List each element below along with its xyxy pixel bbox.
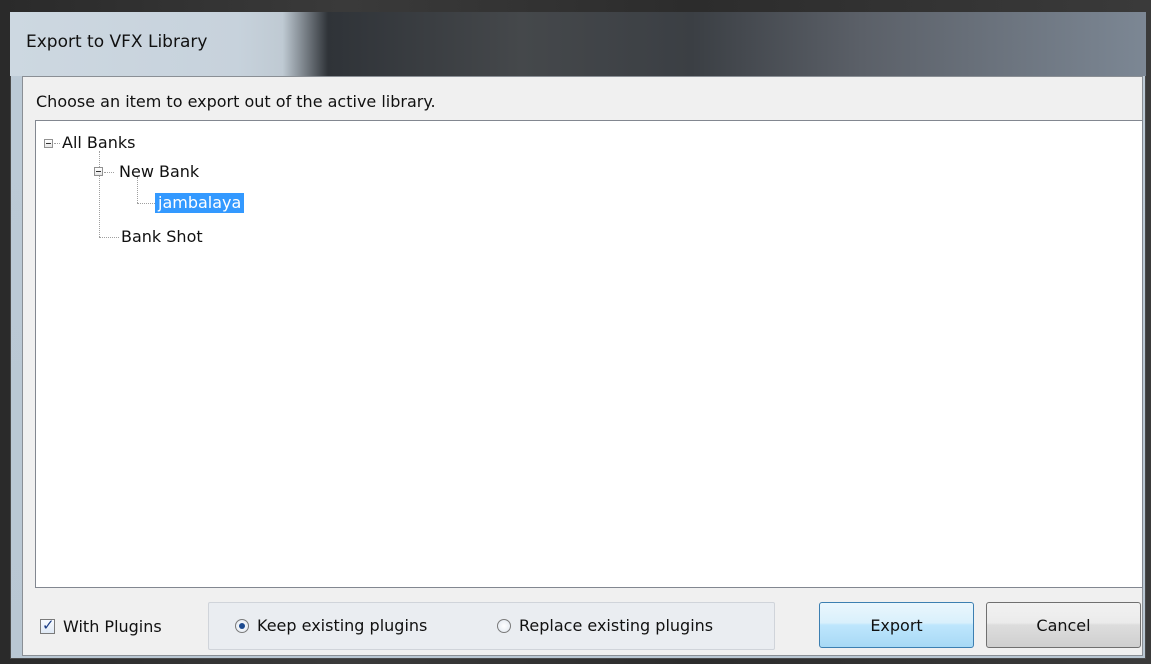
- tree-node-bank-shot[interactable]: Bank Shot: [121, 227, 203, 247]
- tree-connector: [99, 151, 101, 237]
- tree-connector: [104, 172, 114, 174]
- collapse-all-banks-icon[interactable]: [44, 139, 53, 148]
- replace-existing-radio[interactable]: Replace existing plugins: [497, 616, 713, 635]
- cancel-button[interactable]: Cancel: [986, 602, 1141, 648]
- library-tree[interactable]: All Banks New Bank jambalaya Bank Shot: [35, 120, 1143, 588]
- tree-connector: [137, 177, 139, 203]
- with-plugins-label: With Plugins: [63, 617, 162, 636]
- plugin-mode-group: Keep existing plugins Replace existing p…: [208, 602, 775, 650]
- tree-connector: [99, 237, 119, 239]
- tree-node-new-bank[interactable]: New Bank: [119, 162, 199, 182]
- keep-existing-label: Keep existing plugins: [257, 616, 428, 635]
- collapse-new-bank-icon[interactable]: [94, 167, 103, 176]
- tree-node-jambalaya[interactable]: jambalaya: [155, 193, 245, 213]
- export-button[interactable]: Export: [819, 602, 974, 648]
- tree-connector: [54, 143, 60, 145]
- radio-unselected-icon[interactable]: [497, 618, 511, 633]
- with-plugins-checkbox[interactable]: ✓ With Plugins: [40, 617, 162, 636]
- tree-connector: [137, 203, 155, 205]
- replace-existing-label: Replace existing plugins: [519, 616, 714, 635]
- checkmark-icon: ✓: [42, 616, 55, 634]
- dialog-title: Export to VFX Library: [26, 32, 208, 52]
- keep-existing-radio[interactable]: Keep existing plugins: [235, 616, 427, 635]
- checkbox-box[interactable]: ✓: [40, 616, 55, 634]
- instruction-text: Choose an item to export out of the acti…: [36, 92, 436, 111]
- tree-node-all-banks[interactable]: All Banks: [62, 133, 135, 153]
- desktop-background: Export to VFX Library Choose an item to …: [0, 0, 1151, 664]
- radio-selected-icon[interactable]: [235, 618, 249, 633]
